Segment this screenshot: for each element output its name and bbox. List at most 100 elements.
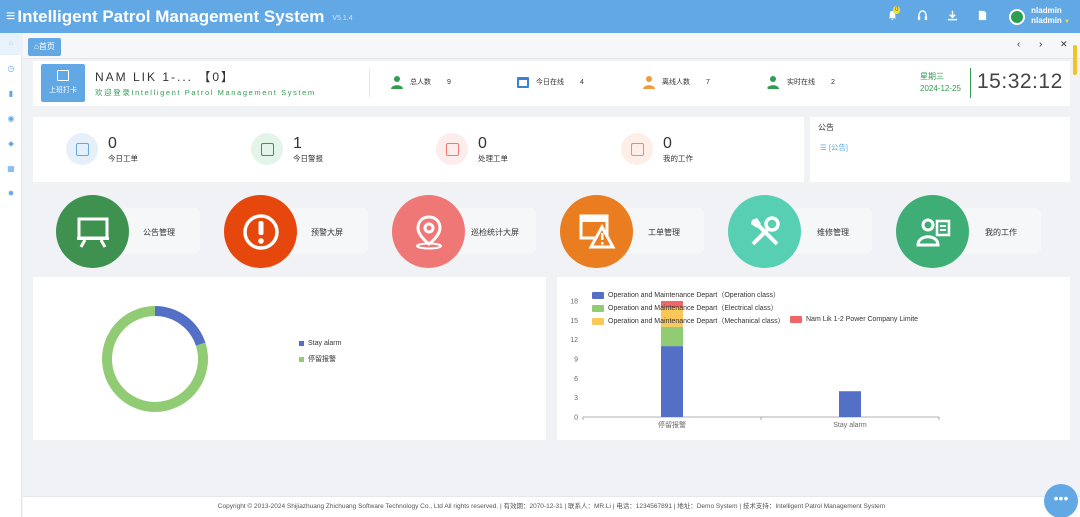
notice-title: 公告	[818, 123, 834, 132]
process-order-icon	[436, 133, 468, 165]
calendar-icon	[57, 70, 69, 81]
legend-swatch	[790, 316, 802, 323]
warning-window-icon[interactable]	[560, 195, 633, 268]
weekday-label: 星期三	[920, 72, 944, 81]
legend-item[interactable]: 停留报警	[299, 354, 336, 364]
download-icon[interactable]	[937, 10, 967, 24]
sidebar-gear-icon[interactable]: ✹	[0, 189, 22, 198]
tab-home[interactable]: ⌂首页	[28, 38, 61, 56]
tools-icon[interactable]	[728, 195, 801, 268]
stat-value: 7	[706, 78, 710, 86]
bar-segment[interactable]	[839, 391, 861, 417]
module-label: 公告管理	[143, 228, 175, 237]
legend-swatch	[299, 341, 304, 346]
scrollbar-thumb[interactable]	[1073, 45, 1077, 75]
bar-segment[interactable]	[661, 346, 683, 417]
user-menu[interactable]: nladmin nladmin ▼	[1009, 6, 1070, 27]
chat-icon[interactable]: •••	[1044, 484, 1078, 517]
stat-online-today: 今日在线 4	[516, 75, 584, 89]
presentation-board-icon[interactable]	[56, 195, 129, 268]
summary-value: 0	[663, 134, 672, 152]
stat-label: 总人数	[410, 79, 431, 86]
legend-item[interactable]: Nam Lik 1-2 Power Company Limite	[790, 316, 918, 323]
legend-label: Operation and Maintenance Depart（Mechani…	[608, 318, 785, 325]
list-icon: ☰	[820, 143, 829, 152]
alert-icon[interactable]	[224, 195, 297, 268]
headset-icon[interactable]	[907, 9, 937, 24]
tab-next-icon[interactable]: ›	[1039, 39, 1042, 50]
footer: Copyright © 2013-2024 Shijiazhuang Zhich…	[23, 496, 1080, 517]
top-bar: ≡ Intelligent Patrol Management System V…	[0, 0, 1080, 33]
my-work-icon	[621, 133, 653, 165]
sidebar-file-icon[interactable]: ▮	[0, 89, 22, 98]
date-block: 星期三 2024-12-25	[920, 71, 961, 95]
notice-link[interactable]: ☰ [公告]	[820, 142, 848, 153]
app-version: V5.1.4	[332, 15, 353, 22]
y-tick-label: 18	[570, 299, 578, 306]
legend-item[interactable]: Operation and Maintenance Depart（Electri…	[592, 303, 778, 313]
summary-value: 0	[478, 134, 487, 152]
legend-item[interactable]: Operation and Maintenance Depart（Operati…	[592, 290, 780, 300]
legend-label: Stay alarm	[308, 340, 342, 347]
tab-home-label: 首页	[38, 42, 55, 51]
welcome-text: 欢迎登录Intelligent Patrol Management System	[95, 88, 316, 97]
y-tick-label: 0	[574, 415, 578, 422]
sidebar-location-icon[interactable]: ⬥	[0, 139, 22, 149]
summary-label: 今日警报	[293, 153, 323, 163]
summary-today-orders[interactable]: 0 今日工单	[66, 133, 138, 165]
punch-in-label: 上班打卡	[49, 87, 77, 94]
alarm-list-icon	[251, 133, 283, 165]
document-icon[interactable]	[967, 10, 997, 24]
summary-card: 0 今日工单 1 今日警报 0 处理工单 0 我的工作	[33, 117, 804, 182]
legend-label: 停留报警	[308, 356, 336, 363]
legend-item[interactable]: Operation and Maintenance Depart（Mechani…	[592, 316, 785, 326]
legend-item[interactable]: Stay alarm	[299, 340, 341, 347]
stat-total-people: 总人数 9	[390, 75, 451, 89]
notification-bell-icon[interactable]: 0	[877, 5, 907, 24]
legend-swatch	[592, 304, 604, 312]
stat-label: 今日在线	[536, 79, 564, 86]
donut-slice[interactable]	[155, 306, 206, 346]
tab-close-icon[interactable]: ✕	[1060, 39, 1068, 50]
welcome-card: 上班打卡 NAM LIK 1-... 【0】 欢迎登录Intelligent P…	[33, 61, 1070, 106]
summary-my-work[interactable]: 0 我的工作	[621, 133, 693, 165]
person-check-icon	[767, 76, 779, 89]
bar-segment[interactable]	[661, 326, 683, 347]
notice-link-label: [公告]	[828, 143, 848, 152]
location-pin-icon[interactable]	[392, 195, 465, 268]
summary-processed-orders[interactable]: 0 处理工单	[436, 133, 508, 165]
sidebar-clock-icon[interactable]: ◷	[0, 64, 22, 73]
module-label: 巡检统计大屏	[471, 228, 519, 237]
stat-offline: 离线人数 7	[642, 75, 710, 89]
username-label-secondary: nladmin	[1031, 16, 1062, 25]
y-tick-label: 3	[574, 395, 578, 402]
donut-chart-panel: Stay alarm 停留报警	[33, 277, 546, 440]
notice-card: 公告 ☰ [公告]	[810, 117, 1070, 182]
person-icon	[391, 76, 403, 89]
avatar	[1009, 8, 1026, 25]
sidebar-globe-icon[interactable]: ◉	[0, 114, 22, 123]
user-line: NAM LIK 1-... 【0】	[95, 70, 236, 84]
divider	[970, 68, 971, 98]
app-title: Intelligent Patrol Management System	[17, 6, 325, 26]
y-tick-label: 6	[574, 376, 578, 383]
chevron-down-icon: ▼	[1064, 19, 1070, 25]
user-list-icon[interactable]	[896, 195, 969, 268]
x-tick-label: 停留报警	[658, 420, 686, 429]
date-label: 2024-12-25	[920, 84, 961, 93]
sidebar-grid-icon[interactable]: ▦	[0, 164, 22, 173]
y-tick-label: 12	[570, 337, 578, 344]
home-icon[interactable]: ⌂	[0, 33, 22, 55]
punch-in-button[interactable]: 上班打卡	[41, 64, 85, 102]
summary-today-alarms[interactable]: 1 今日警报	[251, 133, 323, 165]
menu-toggle-icon[interactable]: ≡	[6, 8, 15, 26]
module-label: 预警大屏	[311, 228, 343, 237]
bar-chart-panel: 0 3 6 9 12 15 18 停留报警 Stay alarm Operation and M…	[557, 277, 1070, 440]
stat-value: 9	[447, 78, 451, 86]
work-order-icon	[66, 133, 98, 165]
divider	[369, 69, 370, 97]
clock: 15:32:12	[977, 70, 1063, 93]
tab-prev-icon[interactable]: ‹	[1017, 39, 1020, 50]
legend-label: Operation and Maintenance Depart（Electri…	[608, 305, 778, 312]
legend-swatch	[299, 356, 304, 362]
